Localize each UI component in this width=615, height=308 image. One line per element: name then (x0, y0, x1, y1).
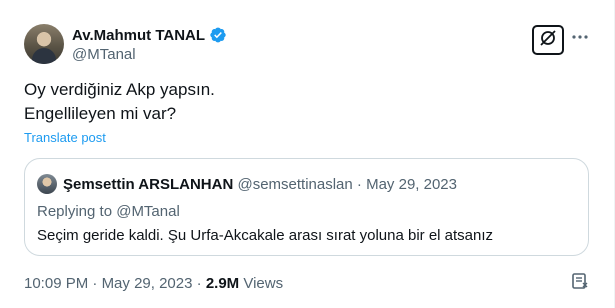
more-options-button[interactable] (569, 28, 591, 50)
grok-icon (538, 28, 558, 53)
translate-post-link[interactable]: Translate post (24, 130, 106, 145)
quoted-date: May 29, 2023 (366, 176, 457, 193)
bookmark-button[interactable] (569, 272, 591, 294)
quoted-tweet[interactable]: Şemsettin ARSLANHAN @semsettinaslan · Ma… (24, 158, 589, 256)
author-avatar[interactable] (24, 24, 64, 64)
tweet-time[interactable]: 10:09 PM (24, 275, 88, 292)
tweet-text: Oy verdiğiniz Akp yapsın. Engellileyen m… (24, 78, 215, 126)
tweet-card: Av.Mahmut TANAL @MTanal Oy verdiğiniz Ak… (0, 0, 615, 308)
tweet-footer: 10:09 PM · May 29, 2023 · 2.9M Views (24, 275, 283, 292)
quoted-tweet-header: Şemsettin ARSLANHAN @semsettinaslan · Ma… (63, 176, 457, 193)
author-name-row: Av.Mahmut TANAL (72, 26, 227, 44)
views-label: Views (243, 275, 284, 292)
tweet-text-line: Oy verdiğiniz Akp yapsın. (24, 80, 215, 99)
author-handle[interactable]: @MTanal (72, 46, 136, 63)
quoted-author-name: Şemsettin ARSLANHAN (63, 176, 234, 193)
tweet-text-line: Engellileyen mi var? (24, 104, 177, 123)
footer-separator: · (88, 275, 102, 292)
avatar-figure (32, 48, 56, 64)
quoted-replying-to: Replying to @MTanal (37, 203, 180, 220)
footer-separator: · (192, 275, 206, 292)
bookmark-icon (570, 271, 590, 296)
grok-button[interactable] (532, 25, 564, 55)
verified-badge-icon[interactable] (209, 26, 227, 44)
more-options-icon (571, 28, 589, 51)
quoted-tweet-text: Seçim geride kaldi. Şu Urfa-Akcakale ara… (37, 227, 494, 244)
tweet-date[interactable]: May 29, 2023 (102, 275, 193, 292)
views-count: 2.9M (205, 275, 240, 292)
author-display-name[interactable]: Av.Mahmut TANAL (72, 27, 205, 44)
quoted-author-handle: @semsettinaslan (237, 176, 353, 193)
quoted-meta-separator: · (352, 176, 367, 193)
quoted-author-avatar (37, 174, 57, 194)
